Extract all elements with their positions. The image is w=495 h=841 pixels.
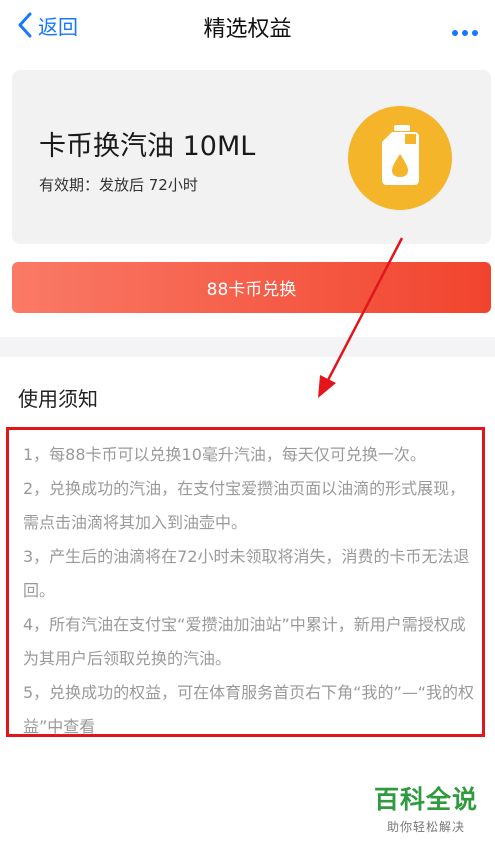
notice-item: 5，兑换成功的权益，可在体育服务首页右下角“我的”—“我的权益”中查看: [23, 683, 475, 736]
watermark-logo: 百科全说 助你轻松解决: [366, 780, 486, 835]
notice-title: 使用须知: [18, 387, 98, 411]
oil-badge: [348, 106, 452, 210]
more-button[interactable]: [451, 22, 479, 36]
watermark-main: 百科全说: [373, 785, 478, 814]
notice-item: 4，所有汽油在支付宝“爱攒油加油站”中累计，新用户需授权成为其用户后领取兑换的汽…: [23, 615, 466, 668]
oil-can-icon: [382, 125, 419, 185]
section-divider: [0, 337, 495, 357]
watermark-sub: 助你轻松解决: [386, 820, 465, 834]
notice-item: 1，每88卡币可以兑换10毫升汽油，每天仅可兑换一次。: [23, 445, 426, 464]
notice-highlight-box: 1，每88卡币可以兑换10毫升汽油，每天仅可兑换一次。 2，兑换成功的汽油，在支…: [6, 427, 485, 737]
notice-list: 1，每88卡币可以兑换10毫升汽油，每天仅可兑换一次。 2，兑换成功的汽油，在支…: [23, 438, 475, 744]
benefit-card: 卡币换汽油 10ML 有效期：发放后 72小时: [12, 70, 491, 244]
notice-item: 2，兑换成功的汽油，在支付宝爱攒油页面以油滴的形式展现，需点击油滴将其加入到油壶…: [23, 479, 466, 532]
redeem-button[interactable]: 88卡币兑换: [12, 262, 491, 313]
notice-item: 3，产生后的油滴将在72小时未领取将消失，消费的卡币无法退回。: [23, 547, 470, 600]
benefit-title: 卡币换汽油 10ML: [39, 131, 256, 162]
benefit-validity: 有效期：发放后 72小时: [39, 176, 198, 194]
nav-bar: 返回 精选权益: [0, 0, 495, 52]
page-title: 精选权益: [203, 17, 292, 42]
more-dots-icon: [452, 30, 478, 36]
